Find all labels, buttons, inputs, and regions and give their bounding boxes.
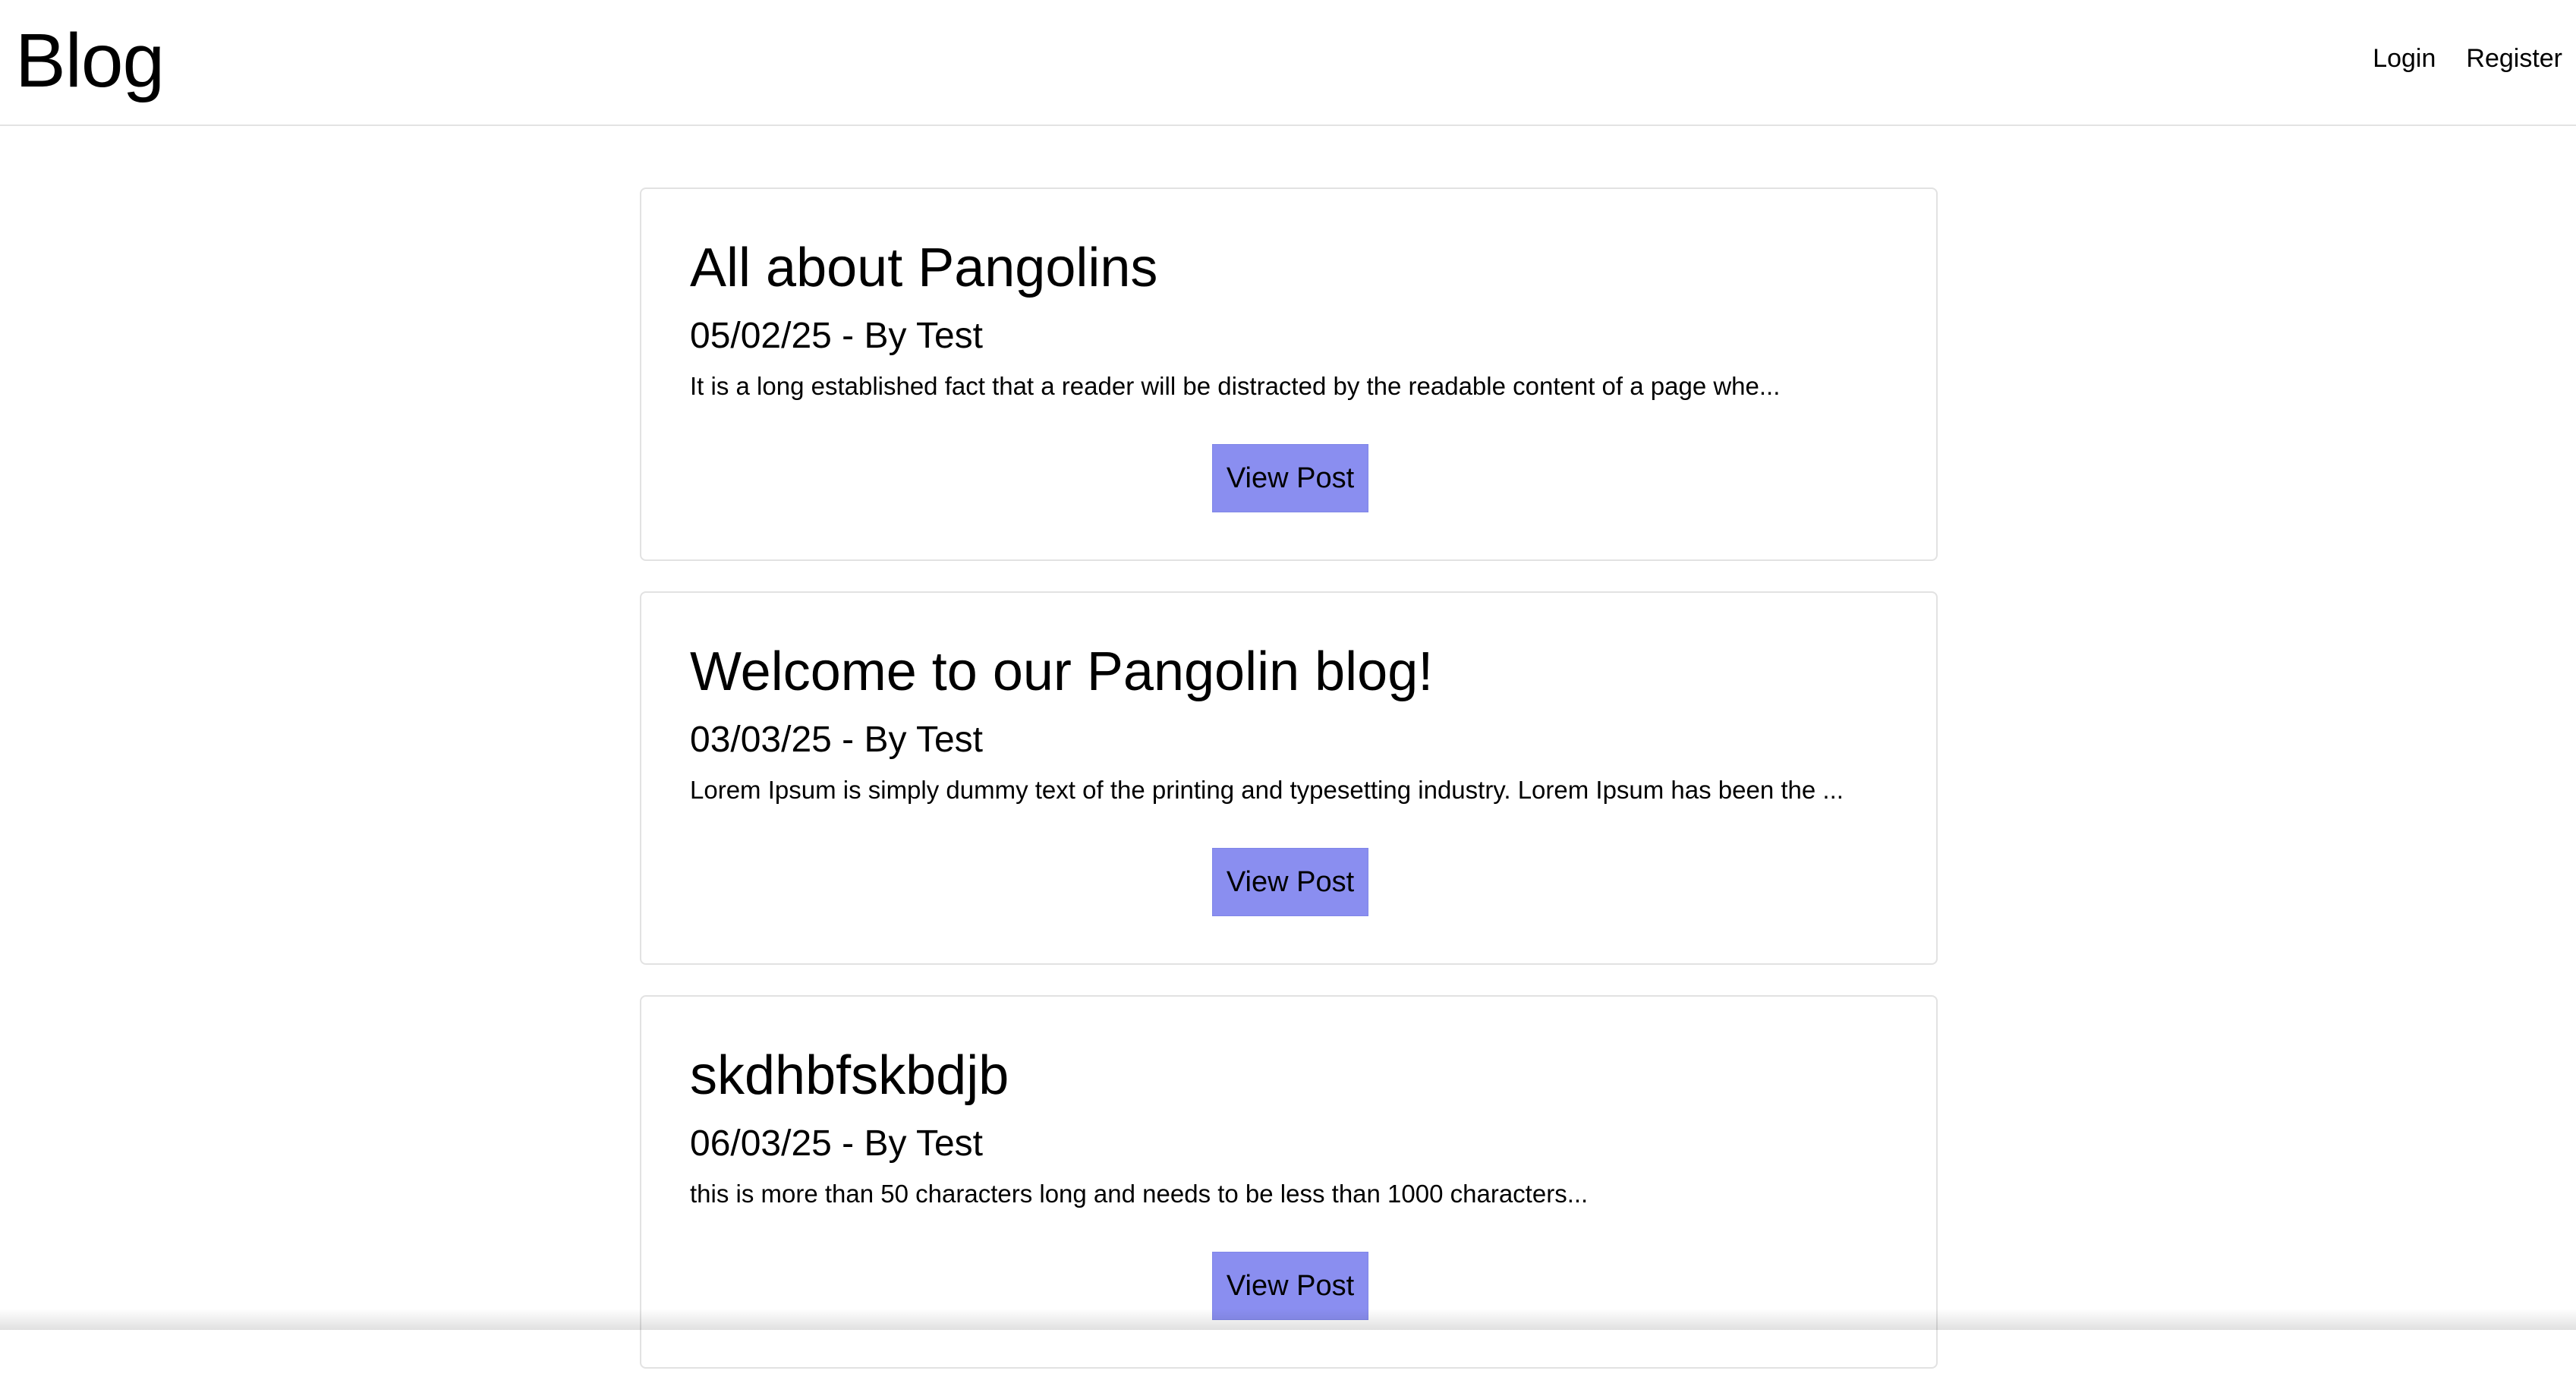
post-title: All about Pangolins xyxy=(690,238,1158,298)
site-title: Blog xyxy=(15,18,165,103)
top-navigation: Login Register xyxy=(2373,39,2562,77)
post-excerpt: It is a long established fact that a rea… xyxy=(690,372,1781,400)
post-title: Welcome to our Pangolin blog! xyxy=(690,641,1434,702)
post-meta: 05/02/25 - By Test xyxy=(690,316,984,356)
post-card: Welcome to our Pangolin blog! 03/03/25 -… xyxy=(640,591,1938,965)
view-post-button[interactable]: View Post xyxy=(1212,444,1368,512)
post-meta: 06/03/25 - By Test xyxy=(690,1123,984,1164)
post-excerpt: this is more than 50 characters long and… xyxy=(690,1180,1589,1208)
post-excerpt: Lorem Ipsum is simply dummy text of the … xyxy=(690,776,1844,804)
posts-list: All about Pangolins 05/02/25 - By Test I… xyxy=(640,187,1938,1399)
post-title: skdhbfskbdjb xyxy=(690,1045,1009,1106)
post-meta: 03/03/25 - By Test xyxy=(690,720,984,760)
site-header: Blog Login Register xyxy=(0,0,2576,126)
view-post-button[interactable]: View Post xyxy=(1212,848,1368,916)
login-link[interactable]: Login xyxy=(2373,39,2436,77)
view-post-button[interactable]: View Post xyxy=(1212,1252,1368,1320)
post-card: skdhbfskbdjb 06/03/25 - By Test this is … xyxy=(640,995,1938,1369)
post-card: All about Pangolins 05/02/25 - By Test I… xyxy=(640,187,1938,561)
register-link[interactable]: Register xyxy=(2466,39,2562,77)
